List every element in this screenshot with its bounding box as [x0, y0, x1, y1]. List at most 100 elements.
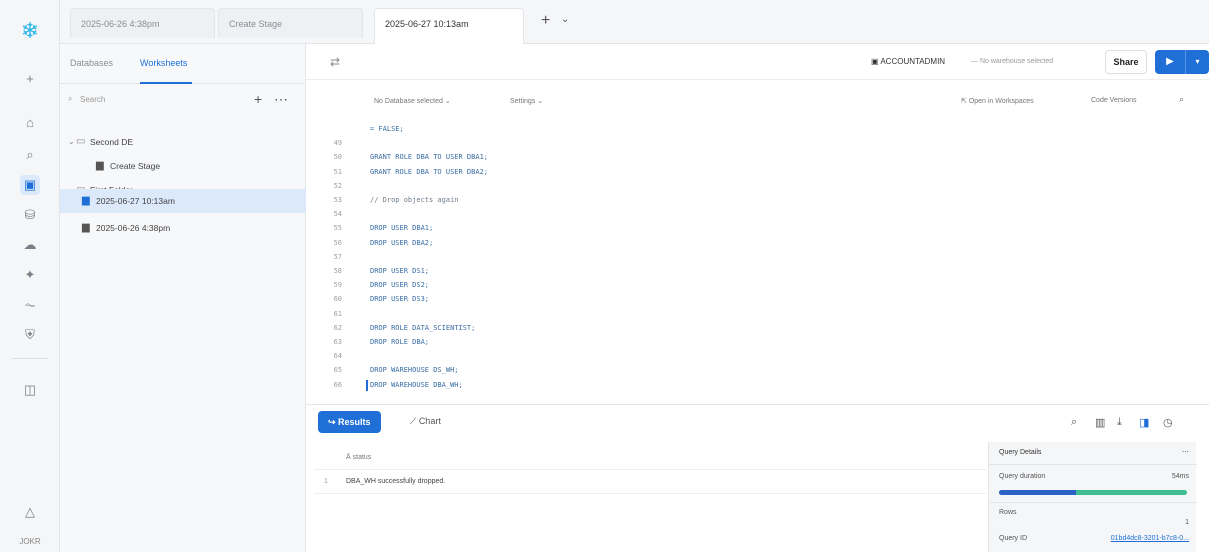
code-line[interactable]: 49 — [306, 138, 1209, 150]
columns-icon[interactable]: ▥ — [1095, 416, 1105, 429]
worksheet-icon: ▆ — [96, 160, 104, 171]
cloud-icon[interactable]: ☁ — [20, 235, 40, 255]
code-text[interactable]: DROP WAREHOUSE DBA_WH; — [370, 380, 463, 392]
code-line[interactable]: = FALSE; — [306, 124, 1209, 136]
code-line[interactable]: 61 — [306, 309, 1209, 321]
code-line[interactable]: 56 DROP USER DBA2; — [306, 238, 1209, 250]
code-editor[interactable]: = FALSE; 49 50 GRANT ROLE DBA TO USER DBA1;… — [306, 122, 1209, 404]
code-text[interactable]: DROP USER DBA2; — [370, 238, 433, 250]
rail-divider — [12, 358, 48, 359]
panel-tabs: Databases Worksheets — [60, 44, 306, 84]
search-icon[interactable]: ⌕ — [1071, 416, 1077, 429]
code-text[interactable]: DROP USER DS3; — [370, 294, 429, 306]
share-button[interactable]: Share — [1105, 50, 1147, 74]
code-text[interactable]: GRANT ROLE DBA TO USER DBA2; — [370, 167, 488, 179]
search-icon[interactable]: ⌕ — [20, 145, 40, 165]
code-text[interactable]: DROP USER DS1; — [370, 266, 429, 278]
code-text[interactable]: DROP WAREHOUSE DS_WH; — [370, 365, 459, 377]
warehouse-selector[interactable]: — No warehouse selected — [971, 52, 1053, 72]
chevron-down-icon[interactable]: ⌄ — [561, 14, 569, 25]
code-text[interactable]: DROP USER DS2; — [370, 280, 429, 292]
history-icon[interactable]: ◷ — [1163, 416, 1173, 429]
settings-dropdown[interactable]: Settings ⌄ — [510, 97, 543, 105]
results-tab[interactable]: ↪ Results — [318, 411, 381, 433]
download-icon[interactable]: ⤓ — [1117, 416, 1122, 429]
tab-worksheets[interactable]: Worksheets — [140, 58, 187, 68]
code-line[interactable]: 64 — [306, 351, 1209, 363]
query-details-panel: Query Details ⋯ Query duration 54ms Rows… — [988, 442, 1197, 552]
column-header-status[interactable]: Ā status — [346, 446, 371, 470]
activity-icon[interactable]: ⏦ — [20, 295, 40, 315]
worksheet-item[interactable]: ▆ 2025-06-26 4:38pm — [60, 216, 306, 240]
code-line[interactable]: 58 DROP USER DS1; — [306, 266, 1209, 278]
code-line[interactable]: 66 DROP WAREHOUSE DBA_WH; — [306, 380, 1209, 392]
sidebar-toggle-icon[interactable]: ◫ — [20, 380, 40, 400]
code-text[interactable]: = FALSE; — [370, 124, 404, 136]
database-icon[interactable]: ⛁ — [20, 205, 40, 225]
code-versions-button[interactable]: Code Versions — [1091, 97, 1137, 104]
duration-bar — [999, 490, 1187, 495]
row-index: 1 — [324, 478, 328, 485]
rows-label: Rows — [999, 509, 1017, 516]
rows-value-row: 1 — [999, 516, 1189, 530]
swap-icon[interactable]: ⇄ — [330, 55, 340, 69]
search-icon[interactable]: ⌕ — [1179, 94, 1184, 105]
code-line[interactable]: 65 DROP WAREHOUSE DS_WH; — [306, 365, 1209, 377]
add-tab-icon[interactable]: + — [541, 12, 550, 30]
code-line[interactable]: 63 DROP ROLE DBA; — [306, 337, 1209, 349]
query-id-row: Query ID 01bd4dc8-3201-b7c8-0... — [999, 532, 1189, 546]
code-line[interactable]: 51 GRANT ROLE DBA TO USER DBA2; — [306, 167, 1209, 179]
snowflake-app: ❄ + ⌂ ⌕ ▣ ⛁ ☁ ✦ ⏦ ⛨ ◫ △ JOKR 2025-06-26 … — [0, 0, 1209, 552]
folder-item[interactable]: ⌄ ▭ Second DE — [60, 130, 306, 154]
code-line[interactable]: 54 — [306, 209, 1209, 221]
tab-worksheet-active[interactable]: 2025-06-27 10:13am — [374, 8, 524, 44]
query-id-link[interactable]: 01bd4dc8-3201-b7c8-0... — [1111, 532, 1189, 546]
run-button[interactable]: ▶ ▾ — [1155, 50, 1209, 74]
role-icon: ▣ — [871, 57, 881, 66]
code-line[interactable]: 60 DROP USER DS3; — [306, 294, 1209, 306]
tab-databases[interactable]: Databases — [70, 58, 113, 68]
code-line[interactable]: 59 DROP USER DS2; — [306, 280, 1209, 292]
split-view-icon[interactable]: ◨ — [1139, 416, 1149, 429]
open-in-workspaces-link[interactable]: ⇱ Open in Workspaces — [961, 97, 1034, 105]
role-selector[interactable]: ▣ ACCOUNTADMIN — [871, 52, 945, 72]
ai-ml-icon[interactable]: ✦ — [20, 265, 40, 285]
status-cell[interactable]: DBA_WH successfully dropped. — [346, 470, 445, 494]
duration-value: 54ms — [1171, 473, 1189, 480]
table-header: Ā status — [314, 446, 986, 470]
code-line[interactable]: 55 DROP USER DBA1; — [306, 223, 1209, 235]
search-input[interactable]: Search — [80, 95, 105, 104]
shield-icon[interactable]: ⛨ — [20, 325, 40, 345]
plus-icon[interactable]: + — [20, 68, 40, 88]
line-number: 60 — [333, 295, 342, 304]
worksheet-label: Create Stage — [110, 161, 161, 171]
code-text[interactable]: DROP ROLE DBA; — [370, 337, 429, 349]
snowflake-logo-icon[interactable]: ❄ — [19, 20, 41, 42]
user-initials[interactable]: JOKR — [8, 537, 52, 546]
add-item-icon[interactable]: + — [254, 91, 262, 107]
database-selector[interactable]: No Database selected ⌄ — [374, 97, 451, 105]
code-text[interactable]: GRANT ROLE DBA TO USER DBA1; — [370, 152, 488, 164]
code-line[interactable]: 57 — [306, 252, 1209, 264]
code-line[interactable]: 50 GRANT ROLE DBA TO USER DBA1; — [306, 152, 1209, 164]
panel-search[interactable]: ⌕ Search + ⋯ — [60, 91, 306, 110]
code-text[interactable]: // Drop objects again — [370, 195, 459, 207]
chevron-down-icon[interactable]: ▾ — [1186, 50, 1209, 74]
line-number: 66 — [333, 380, 342, 389]
worksheet-item-selected[interactable]: ▆ 2025-06-27 10:13am — [60, 189, 306, 213]
code-line[interactable]: 52 — [306, 181, 1209, 193]
more-options-icon[interactable]: ⋯ — [1182, 446, 1189, 460]
notification-icon[interactable]: △ — [20, 502, 40, 522]
more-options-icon[interactable]: ⋯ — [274, 91, 288, 108]
home-icon[interactable]: ⌂ — [20, 112, 40, 132]
tab-create-stage[interactable]: Create Stage — [218, 8, 363, 38]
code-text[interactable]: DROP USER DBA1; — [370, 223, 433, 235]
code-text[interactable]: DROP ROLE DATA_SCIENTIST; — [370, 323, 475, 335]
code-line[interactable]: 53 // Drop objects again — [306, 195, 1209, 207]
code-line[interactable]: 62 DROP ROLE DATA_SCIENTIST; — [306, 323, 1209, 335]
worksheet-item[interactable]: ▆ Create Stage — [60, 154, 306, 178]
table-row[interactable]: 1 DBA_WH successfully dropped. — [314, 470, 986, 494]
projects-icon[interactable]: ▣ — [20, 175, 40, 195]
tab-worksheet-1[interactable]: 2025-06-26 4:38pm — [70, 8, 215, 38]
chart-tab[interactable]: ⟋ Chart — [410, 416, 441, 427]
